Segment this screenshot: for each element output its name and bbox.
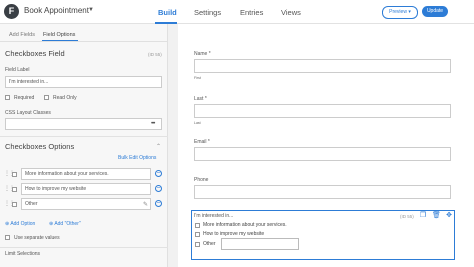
tab-add-fields[interactable]: Add Fields bbox=[9, 32, 35, 38]
section-divider bbox=[0, 136, 168, 137]
option-input[interactable]: How to improve my website bbox=[21, 183, 151, 195]
options-title: Checkboxes Options bbox=[5, 142, 75, 151]
last-caption: Last bbox=[194, 121, 201, 125]
preview-button-label: Preview bbox=[389, 9, 407, 15]
email-label: Email * bbox=[194, 139, 210, 145]
remove-option-icon[interactable]: − bbox=[155, 185, 162, 192]
selected-field-id: (ID 55) bbox=[400, 214, 414, 219]
option-label: Other bbox=[203, 241, 216, 247]
option-checkbox[interactable] bbox=[195, 242, 200, 247]
field-label-caption: Field Label bbox=[5, 67, 30, 73]
tabs-divider bbox=[0, 41, 168, 42]
more-options-icon[interactable]: ••• bbox=[151, 121, 155, 127]
option-input[interactable]: Other bbox=[21, 198, 151, 210]
last-name-input[interactable] bbox=[194, 104, 451, 118]
selected-field-title: I'm interested in... bbox=[194, 213, 234, 219]
add-option-label: Add Option bbox=[10, 221, 36, 227]
update-button[interactable]: Update bbox=[422, 6, 448, 17]
option-input[interactable]: More information about your services. bbox=[21, 168, 151, 180]
limit-selections-label: Limit Selections bbox=[5, 251, 41, 257]
separate-values-label: Use separate values bbox=[14, 235, 60, 241]
add-other-link[interactable]: ⊕ Add "Other" bbox=[49, 221, 81, 227]
required-label: Required bbox=[14, 95, 35, 101]
email-input[interactable] bbox=[194, 147, 451, 161]
tab-views[interactable]: Views bbox=[281, 8, 301, 17]
option-label: More information about your services. bbox=[203, 222, 287, 228]
option-checkbox[interactable] bbox=[195, 223, 200, 228]
separate-values-checkbox[interactable] bbox=[5, 235, 10, 240]
last-label: Last * bbox=[194, 96, 207, 102]
preview-button[interactable]: Preview ▾ bbox=[382, 6, 418, 19]
remove-option-icon[interactable]: − bbox=[155, 170, 162, 177]
remove-option-icon[interactable]: − bbox=[155, 200, 162, 207]
tab-build[interactable]: Build bbox=[158, 8, 177, 17]
read-only-checkbox[interactable] bbox=[44, 95, 49, 100]
tab-field-options[interactable]: Field Options bbox=[43, 32, 75, 38]
edit-pencil-icon[interactable]: ✎ bbox=[143, 201, 148, 208]
default-option-checkbox[interactable] bbox=[12, 187, 17, 192]
top-bar: F Book Appointment ▼ Build Settings Entr… bbox=[0, 0, 474, 24]
chevron-down-icon[interactable]: ▼ bbox=[88, 7, 94, 13]
duplicate-icon[interactable]: ❐ bbox=[419, 212, 427, 220]
field-id: (ID 55) bbox=[148, 52, 162, 57]
css-classes-label: CSS Layout Classes bbox=[5, 110, 51, 116]
tab-entries[interactable]: Entries bbox=[240, 8, 263, 17]
bulk-edit-link[interactable]: Bulk Edit Options bbox=[118, 155, 156, 161]
name-label: Name * bbox=[194, 51, 211, 57]
section-divider bbox=[0, 247, 168, 248]
form-title[interactable]: Book Appointment bbox=[24, 6, 89, 15]
add-other-label: Add "Other" bbox=[54, 221, 81, 227]
option-checkbox[interactable] bbox=[195, 232, 200, 237]
trash-icon[interactable]: 🗑 bbox=[432, 212, 441, 220]
field-label-input[interactable]: I'm interested in... bbox=[5, 76, 162, 88]
chevron-up-icon[interactable]: ⌃ bbox=[156, 143, 161, 150]
phone-label: Phone bbox=[194, 177, 209, 183]
default-option-checkbox[interactable] bbox=[12, 202, 17, 207]
default-option-checkbox[interactable] bbox=[12, 172, 17, 177]
css-classes-input[interactable] bbox=[5, 118, 162, 130]
tab-settings[interactable]: Settings bbox=[194, 8, 221, 17]
add-option-link[interactable]: ⊕ Add Option bbox=[5, 221, 35, 227]
section-title: Checkboxes Field bbox=[5, 49, 65, 58]
read-only-label: Read Only bbox=[53, 95, 77, 101]
first-caption: First bbox=[194, 76, 201, 80]
other-text-input[interactable] bbox=[221, 238, 299, 250]
formidable-logo-icon[interactable]: F bbox=[4, 4, 19, 19]
move-icon[interactable]: ✥ bbox=[445, 212, 453, 220]
option-label: How to improve my website bbox=[203, 231, 265, 237]
required-checkbox[interactable] bbox=[5, 95, 10, 100]
first-name-input[interactable] bbox=[194, 59, 451, 73]
phone-input[interactable] bbox=[194, 185, 451, 199]
